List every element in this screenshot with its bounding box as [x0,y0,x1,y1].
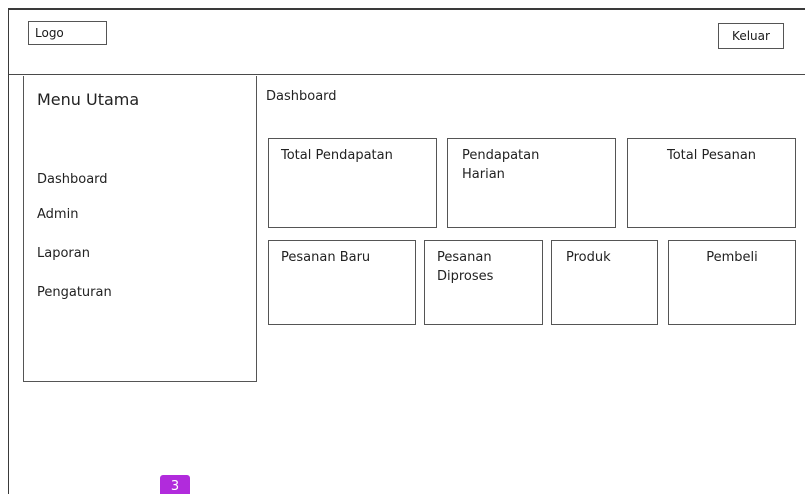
sidebar [23,76,257,382]
header-divider [9,74,805,75]
logout-button[interactable]: Keluar [718,23,784,49]
page-title: Dashboard [266,89,337,104]
stat-card-pendapatan-harian[interactable]: Pendapatan Harian [447,138,616,228]
stat-card-pembeli[interactable]: Pembeli [668,240,796,325]
sidebar-item-pengaturan[interactable]: Pengaturan [37,285,112,300]
stat-card-pesanan-diproses[interactable]: Pesanan Diproses [424,240,543,325]
sidebar-title: Menu Utama [37,90,140,109]
sidebar-item-admin[interactable]: Admin [37,207,78,222]
logo: Logo [28,21,107,45]
stat-card-pesanan-baru[interactable]: Pesanan Baru [268,240,416,325]
step-number-badge: 3 [160,475,190,494]
stat-card-produk[interactable]: Produk [551,240,658,325]
sidebar-item-dashboard[interactable]: Dashboard [37,172,108,187]
sidebar-item-laporan[interactable]: Laporan [37,246,90,261]
stat-card-total-pesanan[interactable]: Total Pesanan [627,138,796,228]
stat-card-total-pendapatan[interactable]: Total Pendapatan [268,138,437,228]
